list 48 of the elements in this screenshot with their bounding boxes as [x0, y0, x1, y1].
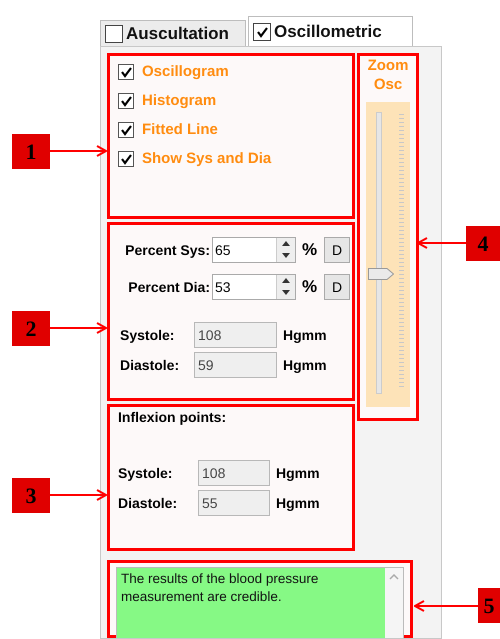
- callout-number: 5: [478, 588, 500, 623]
- spin-down-icon[interactable]: [277, 250, 295, 262]
- message-text: The results of the blood pressure measurement are credible.: [117, 568, 385, 638]
- checkbox[interactable]: [105, 24, 123, 42]
- field-label: Systole:: [118, 464, 174, 481]
- tab[interactable]: Oscillometric: [248, 16, 413, 46]
- tab[interactable]: Auscultation: [100, 20, 246, 46]
- field-label: Diastole:: [119, 356, 180, 373]
- callout-number: 2: [12, 311, 50, 346]
- callout-number: 3: [12, 478, 50, 513]
- unit-label: Hgmm: [283, 326, 327, 343]
- checkbox-label: Show Sys and Dia: [142, 150, 272, 167]
- field-label: Percent Dia:: [127, 278, 210, 295]
- default-button[interactable]: D: [324, 274, 350, 300]
- tab-label: Auscultation: [126, 24, 229, 44]
- unit-label: Hgmm: [276, 464, 320, 481]
- unit-label: Hgmm: [283, 356, 327, 373]
- number-spinner[interactable]: 53: [212, 274, 296, 300]
- checkbox[interactable]: [253, 22, 271, 40]
- tab-label: Oscillometric: [274, 22, 382, 42]
- readonly-field: 108: [198, 460, 270, 486]
- spin-up-icon[interactable]: [277, 238, 295, 250]
- zoom-title: Zoom Osc: [366, 56, 410, 94]
- checkbox[interactable]: [118, 64, 134, 80]
- zoom-slider[interactable]: [366, 102, 410, 407]
- callout-number: 4: [466, 226, 500, 261]
- unit-label: %: [302, 240, 318, 260]
- section-title: Inflexion points:: [118, 408, 226, 425]
- checkbox[interactable]: [118, 150, 134, 166]
- readonly-field: 108: [194, 322, 277, 348]
- number-spinner[interactable]: 65: [212, 236, 296, 263]
- checkbox-label: Fitted Line: [142, 121, 218, 138]
- readonly-field: 59: [194, 352, 277, 378]
- checkbox[interactable]: [118, 92, 134, 108]
- default-button[interactable]: D: [324, 236, 350, 263]
- unit-label: Hgmm: [276, 494, 320, 511]
- checkbox-label: Oscillogram: [142, 63, 229, 80]
- unit-label: %: [302, 276, 318, 297]
- checkbox[interactable]: [118, 122, 134, 138]
- spin-down-icon[interactable]: [277, 286, 295, 299]
- readonly-field: 55: [198, 490, 270, 516]
- field-label: Diastole:: [118, 494, 178, 511]
- spin-up-icon[interactable]: [277, 274, 295, 287]
- field-label: Percent Sys:: [124, 242, 210, 258]
- callout-number: 1: [12, 134, 50, 169]
- field-label: Systole:: [119, 326, 176, 343]
- slider-thumb[interactable]: [368, 268, 394, 280]
- checkbox-label: Histogram: [142, 92, 216, 109]
